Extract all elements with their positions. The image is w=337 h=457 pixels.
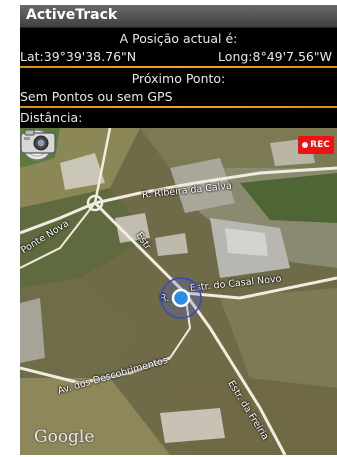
location-marker-icon — [160, 277, 202, 319]
divider-line — [20, 106, 337, 108]
latitude-value: Lat:39°39'38.76"N — [20, 49, 137, 64]
camera-icon[interactable] — [20, 128, 56, 154]
record-dot-icon — [302, 141, 309, 148]
app-title: ActiveTrack — [26, 7, 118, 23]
next-point-header: Próximo Ponto: — [131, 71, 226, 86]
distance-label: Distância: — [20, 110, 83, 125]
record-label: REC — [310, 140, 330, 150]
position-header: A Posição actual é: — [119, 31, 238, 46]
record-button[interactable]: REC — [298, 136, 334, 154]
longitude-value: Long:8°49'7.56"W — [218, 49, 332, 64]
satellite-map[interactable]: R. Ribeira da Calva Ponte Nova Estr. do … — [20, 128, 337, 455]
next-point-value: Sem Pontos ou sem GPS — [20, 89, 173, 104]
app-screen: ActiveTrack A Posição actual é: Lat:39°3… — [20, 5, 337, 455]
map-attribution: Google — [34, 427, 95, 447]
divider-line — [20, 66, 337, 68]
title-bar: ActiveTrack — [20, 5, 337, 28]
